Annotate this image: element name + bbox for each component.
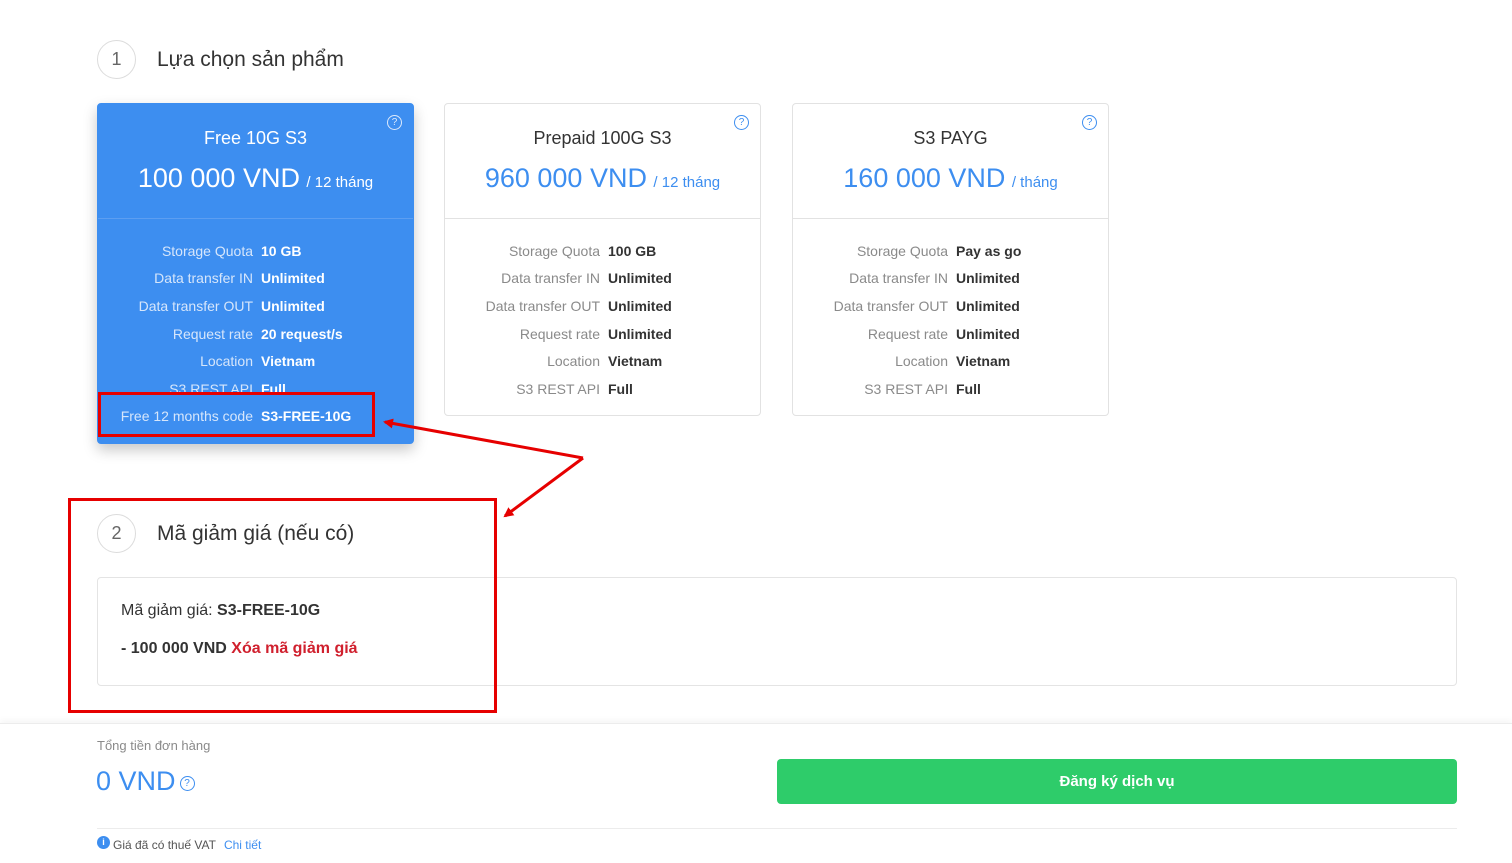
total-value: 0 VND ?	[96, 766, 195, 797]
vat-note: i Giá đã có thuế VAT Chi tiết	[97, 835, 261, 852]
arrow-to-free-code	[383, 418, 584, 460]
info-icon: i	[97, 835, 110, 849]
divider	[97, 828, 1457, 829]
page: 1 Lựa chọn sản phẩm ? Free 10G S3 100 00…	[0, 0, 1512, 863]
vat-note-text: Giá đã có thuế VAT	[113, 838, 216, 852]
vat-details-link[interactable]: Chi tiết	[224, 838, 261, 852]
total-label: Tổng tiền đơn hàng	[97, 738, 211, 753]
arrow-to-discount	[503, 456, 584, 518]
total-amount: 0 VND	[96, 766, 176, 796]
register-service-button[interactable]: Đăng ký dịch vụ	[777, 759, 1457, 804]
help-circle-icon[interactable]: ?	[179, 776, 195, 791]
order-summary-bar: Tổng tiền đơn hàng 0 VND ? Đăng ký dịch …	[0, 723, 1512, 863]
